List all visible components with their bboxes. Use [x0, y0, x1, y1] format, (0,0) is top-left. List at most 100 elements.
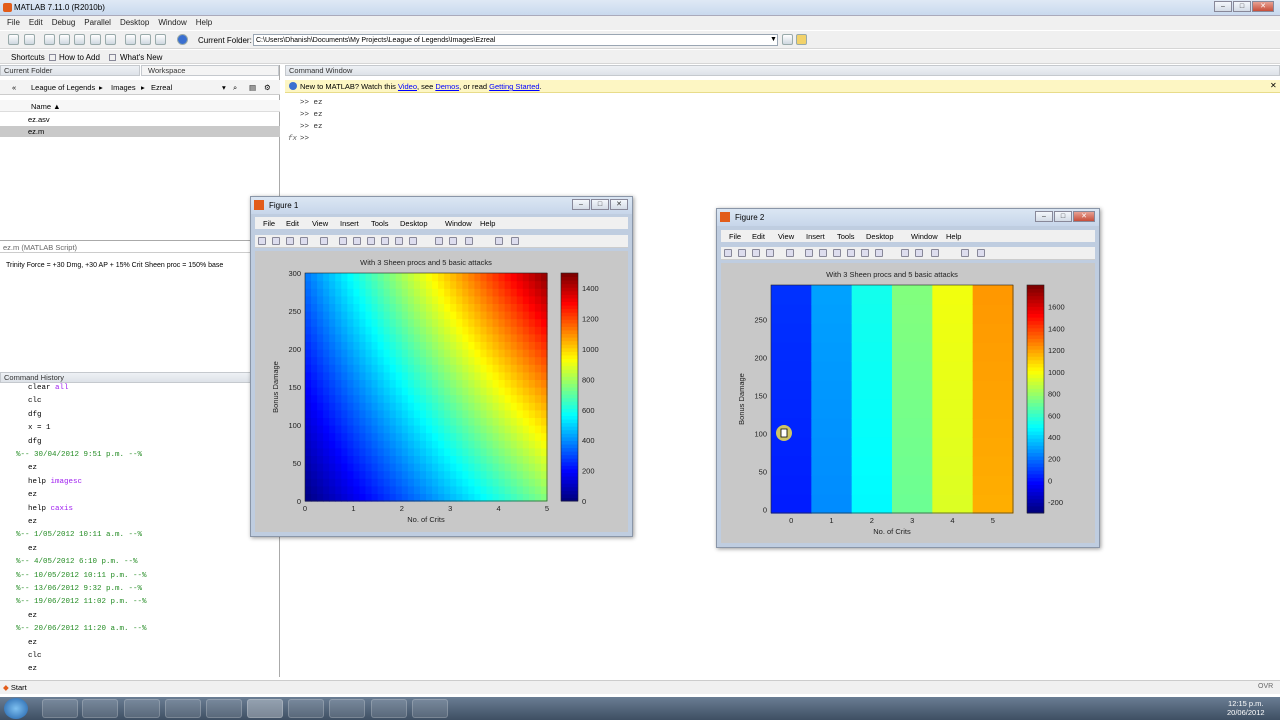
rotate-icon[interactable] — [847, 249, 855, 257]
how-to-add-link[interactable]: How to Add — [59, 53, 100, 62]
minimize-button[interactable]: – — [1214, 1, 1232, 12]
new-figure-icon[interactable] — [724, 249, 732, 257]
save-icon[interactable] — [752, 249, 760, 257]
figure-menu-view[interactable]: View — [778, 232, 794, 241]
search-icon[interactable]: ⌕ — [233, 83, 237, 93]
video-link[interactable]: Video — [398, 82, 417, 91]
history-session-separator[interactable]: %-- 1/05/2012 10:11 a.m. --% — [16, 531, 142, 539]
app-icon[interactable] — [371, 699, 407, 718]
figure-menu-edit[interactable]: Edit — [286, 219, 299, 228]
history-session-separator[interactable]: %-- 13/06/2012 9:32 p.m. --% — [16, 585, 142, 593]
figure-menu-insert[interactable]: Insert — [806, 232, 825, 241]
figure-menu-help[interactable]: Help — [480, 219, 495, 228]
app-icon[interactable] — [329, 699, 365, 718]
explorer-icon[interactable] — [42, 699, 78, 718]
current-folder-input[interactable]: C:\Users\Dhanish\Documents\My Projects\L… — [253, 34, 778, 46]
demos-link[interactable]: Demos — [435, 82, 459, 91]
history-entry[interactable]: clc — [28, 397, 42, 405]
dock-icon[interactable] — [977, 249, 985, 257]
rotate-icon[interactable] — [381, 237, 389, 245]
chevron-down-icon[interactable]: ▼ — [770, 36, 777, 43]
link-icon[interactable] — [435, 237, 443, 245]
current-folder-header[interactable]: Current Folder — [0, 65, 140, 76]
gear-icon[interactable]: ⚙ — [264, 83, 271, 92]
new-file-icon[interactable] — [8, 34, 19, 45]
figure-menu-file[interactable]: File — [263, 219, 275, 228]
data-cursor-icon[interactable] — [861, 249, 869, 257]
breadcrumb-item[interactable]: League of Legends — [31, 83, 95, 92]
figure-menu-edit[interactable]: Edit — [752, 232, 765, 241]
history-entry[interactable]: ez — [28, 545, 37, 553]
history-entry[interactable]: clc — [28, 652, 42, 660]
legend-icon[interactable] — [465, 237, 473, 245]
command-prompt[interactable]: >> — [300, 135, 309, 143]
hide-tools-icon[interactable] — [495, 237, 503, 245]
menu-parallel[interactable]: Parallel — [81, 16, 117, 30]
back-icon[interactable]: « — [12, 83, 16, 92]
maximize-button[interactable]: □ — [591, 199, 609, 210]
matlab-taskbar-icon[interactable] — [247, 699, 283, 718]
whats-new-link[interactable]: What's New — [120, 53, 162, 62]
fx-icon[interactable]: fx — [288, 135, 297, 143]
parent-folder-icon[interactable] — [796, 34, 807, 45]
figure-menu-window[interactable]: Window — [445, 219, 472, 228]
maximize-button[interactable]: □ — [1233, 1, 1251, 12]
name-column[interactable]: Name ▲ — [31, 102, 61, 111]
file-list-header[interactable]: Name ▲ — [0, 100, 280, 112]
close-button[interactable]: ✕ — [1252, 1, 1274, 12]
guide-icon[interactable] — [140, 34, 151, 45]
menu-edit[interactable]: Edit — [26, 16, 49, 30]
data-cursor-icon[interactable] — [395, 237, 403, 245]
history-entry[interactable]: ez — [28, 491, 37, 499]
menu-desktop[interactable]: Desktop — [117, 16, 155, 30]
brush-icon[interactable] — [409, 237, 417, 245]
figure-1-window[interactable]: Figure 1 – □ ✕ File Edit View Insert Tools Desk… — [250, 196, 633, 537]
shortcuts-link[interactable]: Shortcuts — [11, 53, 45, 62]
pointer-icon[interactable] — [786, 249, 794, 257]
minimize-button[interactable]: – — [572, 199, 590, 210]
history-entry[interactable]: dfg — [28, 411, 42, 419]
zoom-in-icon[interactable] — [805, 249, 813, 257]
command-history-header[interactable]: Command History — [0, 372, 280, 383]
history-entry[interactable]: help imagesc — [28, 478, 82, 486]
figure-menu-help[interactable]: Help — [946, 232, 961, 241]
print-icon[interactable] — [766, 249, 774, 257]
pan-icon[interactable] — [367, 237, 375, 245]
close-button[interactable]: ✕ — [1073, 211, 1095, 222]
open-file-icon[interactable] — [24, 34, 35, 45]
copy-icon[interactable] — [59, 34, 70, 45]
minimize-button[interactable]: – — [1035, 211, 1053, 222]
figure-menu-desktop[interactable]: Desktop — [866, 232, 894, 241]
workspace-tab[interactable]: Workspace — [141, 65, 279, 76]
breadcrumb-item[interactable]: Images — [111, 83, 136, 92]
colorbar-icon[interactable] — [915, 249, 923, 257]
history-entry[interactable]: ez — [28, 639, 37, 647]
history-entry[interactable]: clear all — [28, 384, 69, 392]
history-entry[interactable]: ez — [28, 518, 37, 526]
browse-folder-icon[interactable] — [782, 34, 793, 45]
pan-icon[interactable] — [833, 249, 841, 257]
figure-menu-file[interactable]: File — [729, 232, 741, 241]
chrome-icon[interactable] — [82, 699, 118, 718]
menu-file[interactable]: File — [4, 16, 26, 30]
folder-icon[interactable]: ▤ — [249, 83, 256, 92]
history-session-separator[interactable]: %-- 10/05/2012 10:11 p.m. --% — [16, 572, 147, 580]
file-item-selected[interactable]: ez.m — [0, 126, 280, 137]
brush-icon[interactable] — [875, 249, 883, 257]
close-icon[interactable]: ✕ — [1270, 81, 1277, 90]
legend-icon[interactable] — [931, 249, 939, 257]
zoom-out-icon[interactable] — [353, 237, 361, 245]
history-entry[interactable]: x = 1 — [28, 424, 51, 432]
zoom-out-icon[interactable] — [819, 249, 827, 257]
history-entry[interactable]: ez — [28, 464, 37, 472]
app-icon[interactable] — [412, 699, 448, 718]
figure-menu-tools[interactable]: Tools — [371, 219, 389, 228]
save-icon[interactable] — [286, 237, 294, 245]
figure-menu-desktop[interactable]: Desktop — [400, 219, 428, 228]
link-icon[interactable] — [901, 249, 909, 257]
history-entry[interactable]: ez — [28, 665, 37, 673]
open-icon[interactable] — [272, 237, 280, 245]
notepad-icon[interactable] — [288, 699, 324, 718]
menu-help[interactable]: Help — [193, 16, 218, 30]
clock[interactable]: 12:15 p.m. 20/06/2012 — [1227, 699, 1265, 717]
